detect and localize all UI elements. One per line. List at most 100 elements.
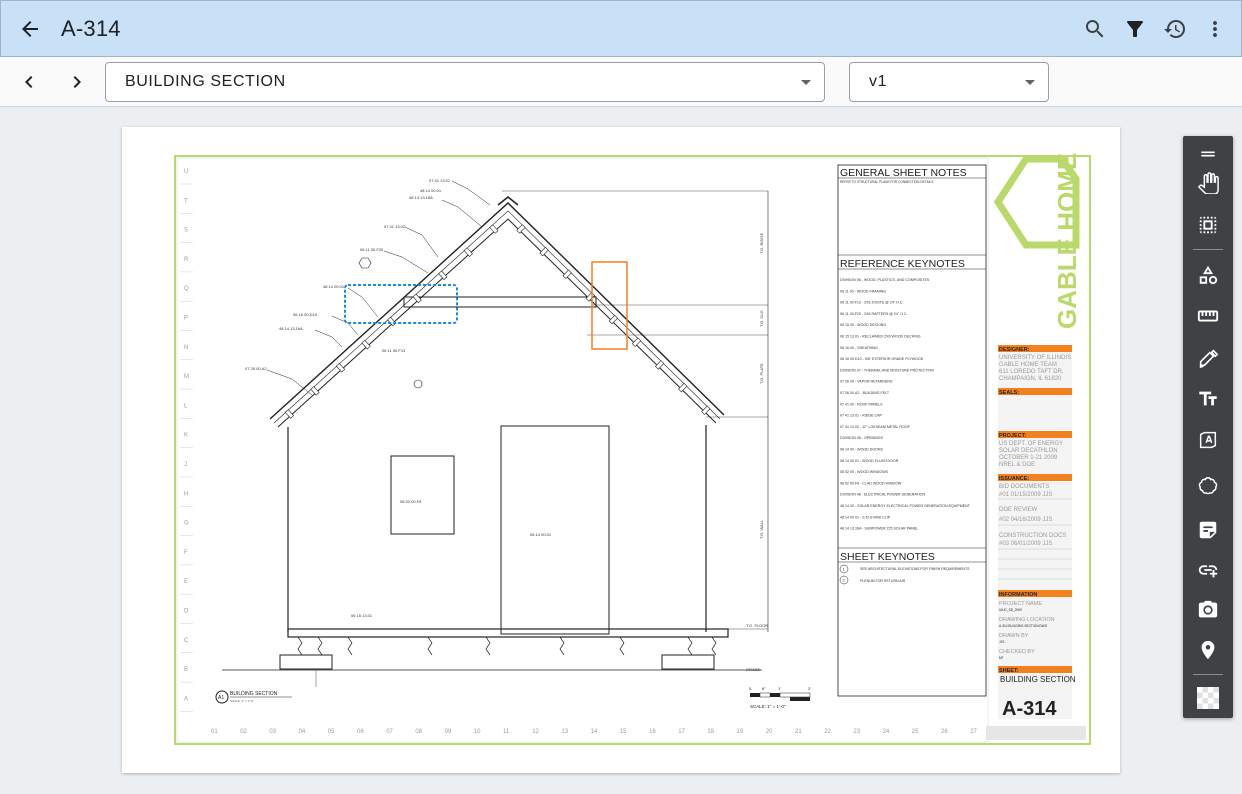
more-options-button[interactable]	[1195, 9, 1235, 49]
issuance-label: ISSUANCE:	[999, 476, 1029, 482]
text-box-tool-button[interactable]	[1188, 422, 1228, 458]
grid-column-label: 15	[620, 729, 627, 735]
callout-text: 48 14 00.01	[323, 284, 345, 289]
building-section-drawing	[222, 190, 769, 687]
search-button[interactable]	[1075, 9, 1115, 49]
measure-tool-button[interactable]	[1188, 298, 1228, 334]
history-button[interactable]	[1155, 9, 1195, 49]
reference-keynote-line: 06 16 00.D10 - 5/8" EXTERIOR GRADE PLYWO…	[840, 357, 924, 361]
callout-text: 48 14 00.01	[420, 188, 442, 193]
reference-keynote-line: 08 14 00.01 - WOOD FLUSH DOOR	[840, 459, 899, 463]
drawing-sheet[interactable]: U T S R Q P N M L K J H G F E D C B A 01 02 03 04 05 06 07 08 09 10…	[122, 127, 1120, 773]
sheet-label: SHEET:	[999, 668, 1019, 674]
select-area-tool-button[interactable]	[1188, 207, 1228, 243]
next-sheet-button[interactable]	[57, 62, 97, 102]
version-select-value: v1	[869, 73, 888, 90]
grid-column-label: 21	[795, 729, 802, 735]
door-tag: 08 14 00.01	[530, 532, 552, 537]
grid-row-label: R	[184, 257, 189, 263]
issuance-title: BID DOCUMENTS	[999, 484, 1049, 490]
drawing-location-label: DRAWING LOCATION	[999, 617, 1055, 623]
drawing-location-value: A-314 BUILDING SECTION.DWG	[999, 624, 1048, 628]
grid-column-label: 02	[240, 729, 247, 735]
note-tool-button[interactable]	[1188, 512, 1228, 548]
grid-row-label: G	[184, 521, 189, 527]
text-tool-button[interactable]	[1188, 381, 1228, 417]
reference-keynote-line: 06 11 00.F20 - 2X6 RAFTERS @ 24" O.C.	[840, 312, 908, 316]
reference-keynote-list: DIVISION 06 - WOOD, PLASTICS, AND COMPOS…	[840, 278, 971, 531]
reference-keynote-line: DIVISION 48 - ELECTRICAL POWER GENERATIO…	[840, 493, 925, 497]
project-line: NREL & DOE	[999, 462, 1035, 468]
grid-row-label: J	[184, 462, 187, 468]
project-name-label: PROJECT NAME	[999, 601, 1042, 607]
grid-column-label: 16	[649, 729, 656, 735]
reference-keynote-line: 06 16 00 - SHEATHING	[840, 346, 878, 350]
pan-tool-button[interactable]	[1188, 165, 1228, 201]
dropdown-arrow-icon	[1025, 80, 1035, 85]
markup-rectangle-orange[interactable]	[591, 261, 628, 350]
floor-joist-mark	[559, 636, 565, 656]
general-note: REFER TO STRUCTURAL PLANS FOR CONNECTION…	[840, 180, 933, 184]
level-marks: T.O. RIDGE T.O. CLG T.O. PLATE T.O. WALL…	[746, 233, 768, 672]
reference-keynote-line: 08 14 00 - WOOD DOORS	[840, 448, 884, 452]
location-pin-tool-button[interactable]	[1188, 632, 1228, 668]
grid-row-label: F	[184, 550, 188, 556]
version-select[interactable]: v1	[849, 62, 1049, 102]
reference-keynote-line: 48 14 00.01 - S-5! U-MINI CLIP	[840, 515, 891, 519]
grid-row-label: P	[184, 316, 188, 322]
grid-column-label: 07	[386, 729, 393, 735]
level-mark: T.O. FLOOR	[746, 623, 768, 628]
grid-row-label: L	[184, 403, 188, 409]
grid-column-label: 23	[853, 729, 860, 735]
gable-home-logo: GABLE HOME	[993, 153, 1082, 329]
sheet-navigation-bar: BUILDING SECTION v1	[0, 57, 1242, 107]
section-title: BUILDING SECTION	[230, 691, 278, 697]
roof-clip	[539, 246, 549, 257]
shapes-tool-button[interactable]	[1188, 257, 1228, 293]
floor-joist-mark	[427, 636, 433, 656]
location-pin-icon	[1201, 640, 1215, 660]
scale-tick: 2'	[808, 686, 811, 691]
sheet-select[interactable]: BUILDING SECTION	[105, 62, 825, 102]
markup-cloud-blue[interactable]	[344, 284, 458, 324]
project-line: OCTOBER 1-21 2009	[999, 455, 1058, 461]
grid-column-label: 19	[737, 729, 744, 735]
reference-keynote-line: 07 26 00.A2 - BUILDING FELT	[840, 391, 890, 395]
markup-pen-icon	[1199, 349, 1219, 368]
roof-clip	[310, 386, 320, 396]
scale-bar: 0 6" 1' 2' SCALE: 1" = 1'-0"	[749, 686, 811, 709]
roof-clip	[516, 224, 526, 234]
cloud-tool-button[interactable]	[1188, 468, 1228, 504]
reference-keynote-line: 07 26 00 - VAPOR RETARDERS	[840, 380, 893, 384]
app-bar-actions	[1075, 1, 1235, 57]
roof-clip	[412, 293, 422, 304]
shapes-icon	[1199, 265, 1218, 285]
reference-keynote-line: 06 11 00.F13 - 2X6 JOISTS @ 24" O.C.	[840, 301, 903, 305]
camera-tool-button[interactable]	[1188, 592, 1228, 628]
grid-row-label: K	[184, 433, 188, 439]
select-area-icon	[1199, 216, 1217, 234]
issuance-row: #02 04/16/2009 JJS	[999, 517, 1052, 523]
dropdown-arrow-icon	[801, 80, 811, 85]
add-link-tool-button[interactable]	[1188, 552, 1228, 588]
fill-pattern-tool-button[interactable]	[1188, 680, 1228, 716]
designer-label: DESIGNER:	[999, 347, 1030, 353]
seals-label: SEALS:	[999, 390, 1019, 396]
floor-joist-mark	[297, 636, 303, 656]
drawn-by-label: DRAWN BY	[999, 633, 1029, 639]
markup-tool-palette	[1183, 136, 1233, 718]
keynote-callouts: 07 41 13.01 48 14 00.01 48 14 13.16A 07 …	[245, 178, 552, 618]
floor-joist-mark	[619, 636, 625, 656]
previous-sheet-button[interactable]	[9, 62, 49, 102]
drawing-viewer[interactable]: U T S R Q P N M L K J H G F E D C B A 01 02 03 04 05 06 07 08 09 10…	[0, 108, 1242, 794]
camera-icon	[1198, 600, 1218, 618]
floor-joist-mark	[711, 636, 717, 656]
grid-column-label: 09	[445, 729, 452, 735]
back-button[interactable]	[1, 1, 59, 57]
filter-button[interactable]	[1115, 9, 1155, 49]
markup-pen-tool-button[interactable]	[1188, 340, 1228, 376]
information-label: INFORMATION	[999, 592, 1037, 598]
grid-row-label: B	[184, 667, 188, 673]
roof-clip	[284, 409, 295, 419]
add-link-icon	[1198, 565, 1218, 578]
